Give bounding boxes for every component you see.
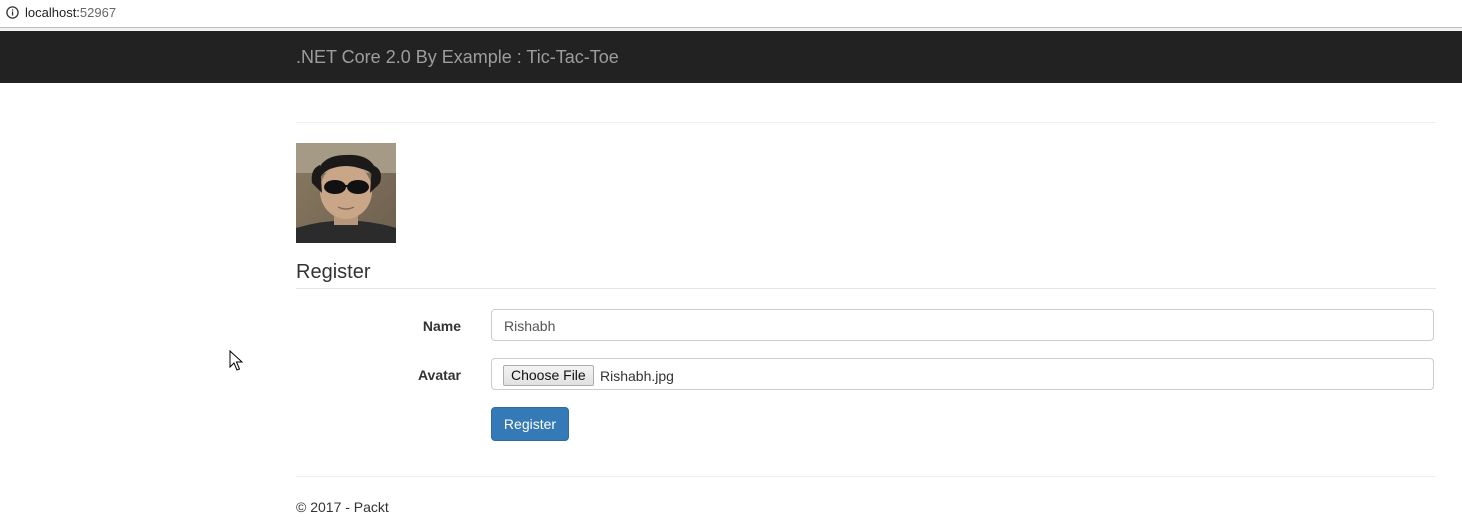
navbar: .NET Core 2.0 By Example : Tic-Tac-Toe bbox=[0, 31, 1462, 83]
avatar-file-input[interactable]: Choose File Rishabh.jpg bbox=[491, 358, 1434, 390]
content-divider bbox=[296, 122, 1436, 123]
footer-copyright: © 2017 - Packt bbox=[296, 499, 389, 515]
heading-divider bbox=[296, 288, 1436, 289]
url-host: localhost: bbox=[25, 5, 80, 20]
info-icon[interactable] bbox=[6, 6, 19, 19]
name-field-value: Rishabh bbox=[504, 318, 556, 334]
choose-file-button[interactable]: Choose File bbox=[503, 365, 594, 386]
register-button[interactable]: Register bbox=[491, 407, 569, 441]
url-text[interactable]: localhost:52967 bbox=[25, 5, 116, 20]
browser-address-bar[interactable]: localhost:52967 bbox=[0, 0, 1462, 27]
name-field[interactable]: Rishabh bbox=[491, 309, 1434, 341]
avatar-image bbox=[296, 143, 396, 243]
mouse-cursor-icon bbox=[229, 350, 243, 371]
navbar-brand-link[interactable]: .NET Core 2.0 By Example : Tic-Tac-Toe bbox=[296, 47, 619, 68]
url-port: 52967 bbox=[79, 5, 117, 20]
selected-file-name: Rishabh.jpg bbox=[600, 368, 674, 384]
avatar-label: Avatar bbox=[417, 367, 461, 383]
name-label: Name bbox=[422, 318, 461, 334]
register-heading: Register bbox=[296, 261, 371, 283]
footer-divider bbox=[296, 476, 1436, 477]
